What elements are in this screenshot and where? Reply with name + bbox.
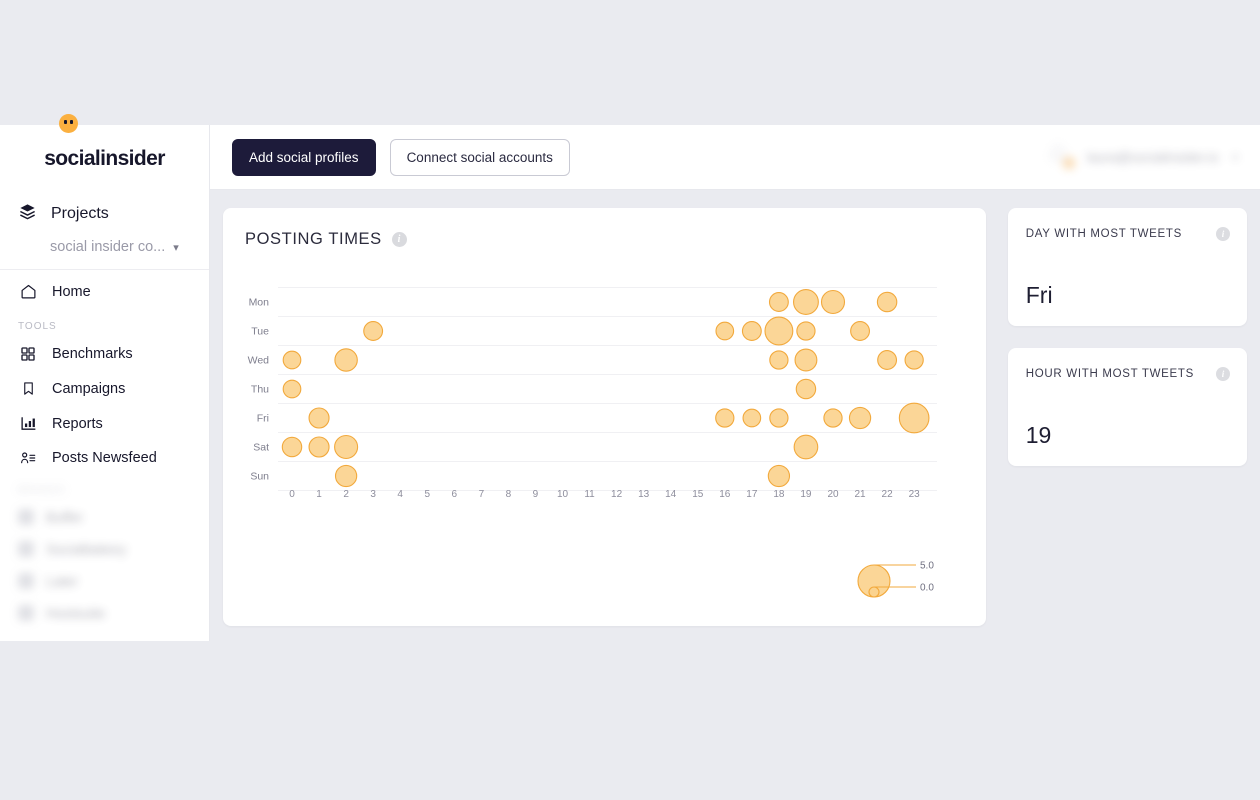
stat-value: Fri bbox=[1025, 282, 1053, 308]
svg-text:15: 15 bbox=[692, 489, 704, 500]
svg-text:1: 1 bbox=[316, 489, 322, 500]
grid-icon bbox=[18, 346, 38, 362]
svg-text:12: 12 bbox=[611, 489, 623, 500]
logo-text: socialinsider bbox=[44, 147, 165, 170]
app-viewport: socialinsider Projects social insider co… bbox=[0, 114, 1260, 641]
svg-text:Sat: Sat bbox=[253, 442, 269, 454]
sidebar-item-benchmarks[interactable]: Benchmarks bbox=[0, 337, 209, 371]
app-logo[interactable]: socialinsider bbox=[0, 114, 209, 193]
svg-text:11: 11 bbox=[584, 489, 595, 500]
home-icon bbox=[18, 283, 38, 300]
svg-text:10: 10 bbox=[557, 489, 569, 500]
chevron-down-icon: ▾ bbox=[173, 241, 179, 254]
svg-text:13: 13 bbox=[638, 489, 650, 500]
info-icon[interactable]: i bbox=[1216, 227, 1230, 241]
user-email-label: laura@socialinsider.io bbox=[1086, 149, 1219, 165]
bookmark-icon bbox=[18, 380, 38, 397]
projects-label: Projects bbox=[51, 205, 109, 222]
info-icon[interactable]: i bbox=[1216, 367, 1230, 381]
sidebar: socialinsider Projects social insider co… bbox=[0, 114, 210, 641]
sidebar-item-projects[interactable]: Projects bbox=[0, 193, 209, 235]
add-social-profiles-button[interactable]: Add social profiles bbox=[232, 138, 376, 176]
sidebar-heading-brands: BRANDS bbox=[18, 485, 66, 496]
stat-card-hour-with-most-tweets: HOUR WITH MOST TWEETS i 19 bbox=[1007, 348, 1247, 466]
svg-text:16: 16 bbox=[719, 489, 731, 500]
stat-value: 19 bbox=[1025, 422, 1052, 448]
sidebar-item-label: Reports bbox=[52, 415, 103, 432]
notification-badge: 3 bbox=[1062, 157, 1075, 169]
sidebar-brand-label: Hootsuite bbox=[46, 605, 106, 621]
stat-title: DAY WITH MOST TWEETS bbox=[1025, 228, 1183, 240]
svg-text:Wed: Wed bbox=[248, 355, 270, 367]
svg-text:9: 9 bbox=[533, 489, 539, 500]
stat-title: HOUR WITH MOST TWEETS bbox=[1025, 368, 1194, 380]
sidebar-brand-item[interactable]: Socialbakery bbox=[0, 533, 209, 565]
sidebar-brand-label: Buffer bbox=[46, 509, 84, 525]
svg-text:0: 0 bbox=[289, 489, 295, 500]
sidebar-item-home[interactable]: Home bbox=[0, 270, 209, 311]
svg-text:20: 20 bbox=[827, 489, 839, 500]
svg-text:19: 19 bbox=[800, 489, 812, 500]
sidebar-item-label: Campaigns bbox=[52, 380, 126, 397]
posting-times-scatter-chart[interactable]: MonTueWedThuFriSatSun0 1 2 3 4 5 6 7 8 9 10 11 12 13 1… bbox=[223, 208, 988, 626]
chevron-down-icon[interactable]: ▾ bbox=[1232, 151, 1238, 164]
svg-text:14: 14 bbox=[665, 489, 677, 500]
brand-avatar-icon bbox=[18, 605, 34, 621]
sidebar-item-label: Posts Newsfeed bbox=[52, 450, 157, 466]
sidebar-brand-label: Later bbox=[46, 573, 78, 589]
svg-text:2: 2 bbox=[343, 489, 349, 500]
brand-avatar-icon bbox=[18, 509, 34, 525]
svg-text:4: 4 bbox=[397, 489, 403, 500]
svg-text:18: 18 bbox=[773, 489, 785, 500]
sidebar-item-reports[interactable]: Reports bbox=[0, 406, 209, 441]
sidebar-heading-tools: TOOLS bbox=[18, 321, 57, 332]
svg-text:8: 8 bbox=[506, 489, 512, 500]
svg-text:Tue: Tue bbox=[251, 326, 269, 338]
brand-avatar-icon bbox=[18, 573, 34, 589]
svg-text:Thu: Thu bbox=[251, 384, 269, 396]
svg-text:0.0: 0.0 bbox=[920, 583, 934, 594]
sidebar-item-posts-newsfeed[interactable]: Posts Newsfeed bbox=[0, 441, 209, 475]
svg-text:5.0: 5.0 bbox=[920, 561, 934, 572]
sidebar-item-label: Home bbox=[52, 283, 91, 300]
main-content: POSTING TIMES i Mon Tue Wed Thu Fri Sat Sun 0 1 2… bbox=[210, 190, 1260, 641]
svg-text:21: 21 bbox=[854, 489, 866, 500]
sidebar-brand-item[interactable]: Later bbox=[0, 565, 209, 597]
stat-card-day-with-most-tweets: DAY WITH MOST TWEETS i Fri bbox=[1007, 208, 1247, 326]
svg-text:22: 22 bbox=[882, 489, 894, 500]
sidebar-brands-list: Buffer Socialbakery Later Hootsuite bbox=[0, 501, 209, 629]
svg-text:7: 7 bbox=[479, 489, 485, 500]
project-selector[interactable]: social insider co... ▾ bbox=[0, 235, 209, 269]
connect-social-accounts-button[interactable]: Connect social accounts bbox=[389, 138, 570, 176]
layers-icon bbox=[18, 202, 37, 226]
person-list-icon bbox=[18, 450, 38, 466]
sidebar-item-campaigns[interactable]: Campaigns bbox=[0, 371, 209, 406]
posting-times-card: POSTING TIMES i Mon Tue Wed Thu Fri Sat Sun 0 1 2… bbox=[223, 208, 986, 626]
svg-text:17: 17 bbox=[746, 489, 758, 500]
sidebar-brand-item[interactable]: Buffer bbox=[0, 501, 209, 533]
svg-text:5: 5 bbox=[424, 489, 430, 500]
stats-column: DAY WITH MOST TWEETS i Fri HOUR WITH MOS… bbox=[1007, 208, 1247, 641]
project-selected-label: social insider co... bbox=[50, 239, 166, 255]
sidebar-item-label: Benchmarks bbox=[52, 346, 133, 362]
notification-bell-icon[interactable]: 3 bbox=[1047, 144, 1075, 170]
bar-chart-icon bbox=[18, 415, 38, 432]
brand-avatar-icon bbox=[18, 541, 34, 557]
svg-text:6: 6 bbox=[452, 489, 458, 500]
svg-text:23: 23 bbox=[909, 489, 921, 500]
sidebar-brand-label: Socialbakery bbox=[46, 541, 127, 557]
sidebar-brand-item[interactable]: Hootsuite bbox=[0, 597, 209, 629]
topbar-user-area: 3 laura@socialinsider.io ▾ bbox=[1047, 144, 1238, 170]
svg-text:3: 3 bbox=[370, 489, 376, 500]
svg-text:Mon: Mon bbox=[249, 297, 270, 309]
socialinsider-logo-icon bbox=[59, 114, 78, 133]
topbar: Add social profiles Connect social accou… bbox=[210, 125, 1260, 190]
svg-text:Sun: Sun bbox=[250, 471, 269, 483]
svg-text:Fri: Fri bbox=[257, 413, 269, 425]
